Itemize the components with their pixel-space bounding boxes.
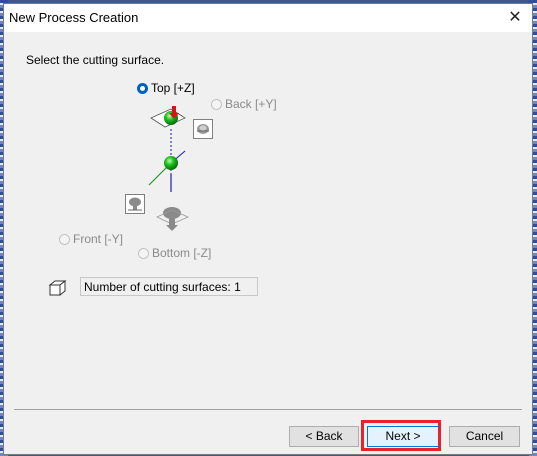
- radio-bottom-label: Bottom [-Z]: [152, 246, 212, 260]
- radio-bottom-indicator[interactable]: [138, 247, 149, 259]
- radio-front[interactable]: Front [-Y]: [59, 232, 123, 246]
- cancel-button[interactable]: Cancel: [449, 426, 520, 447]
- radio-top[interactable]: Top [+Z]: [137, 81, 195, 95]
- orientation-diagram: [148, 106, 189, 231]
- radio-back[interactable]: Back [+Y]: [211, 97, 277, 111]
- surface-count-field: Number of cutting surfaces: 1: [80, 277, 258, 296]
- next-button-highlight: [361, 420, 441, 451]
- radio-front-label: Front [-Y]: [73, 232, 124, 246]
- footer-divider: [14, 409, 522, 410]
- radio-bottom[interactable]: Bottom [-Z]: [138, 246, 211, 260]
- center-sphere: [164, 156, 178, 170]
- front-view-icon[interactable]: [125, 194, 145, 214]
- back-view-icon[interactable]: [193, 119, 213, 139]
- bottom-view-icon[interactable]: [156, 207, 189, 231]
- radio-top-indicator[interactable]: [137, 82, 148, 94]
- back-button[interactable]: < Back: [289, 426, 359, 447]
- new-process-dialog: New Process Creation ✕ Select the cuttin…: [3, 3, 533, 455]
- radio-back-label: Back [+Y]: [225, 97, 277, 111]
- radio-top-label: Top [+Z]: [151, 81, 195, 95]
- radio-front-indicator[interactable]: [59, 233, 70, 245]
- radio-back-indicator[interactable]: [211, 98, 222, 110]
- cube-icon: [48, 279, 67, 297]
